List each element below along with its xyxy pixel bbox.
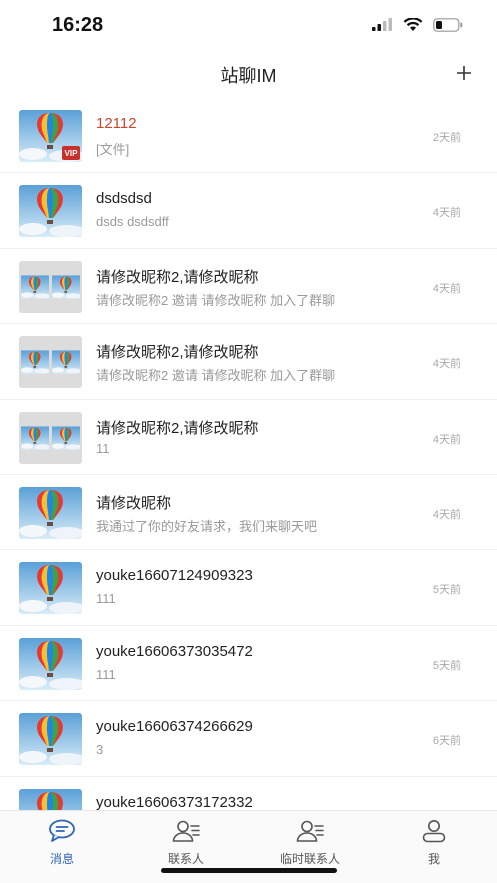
conversation-title: 请修改昵称	[96, 494, 172, 512]
nav-bar: 站聊IM	[0, 52, 497, 98]
wifi-icon	[403, 18, 423, 31]
conversation-row[interactable]: youke16606373172332	[0, 777, 497, 810]
conversation-last-message: 111	[96, 666, 116, 682]
group-member-avatar-icon	[21, 275, 49, 299]
conversation-title: dsdsdsd	[96, 190, 152, 208]
conversation-timestamp: 4天前	[432, 358, 461, 371]
conversation-title: youke16606373172332	[96, 793, 253, 810]
balloon-avatar-icon	[19, 713, 82, 766]
status-icons	[371, 18, 463, 32]
conversation-last-message: 11	[96, 440, 110, 456]
group-member-avatar-icon	[52, 426, 80, 450]
message-icon	[49, 819, 75, 842]
contacts-icon	[172, 820, 200, 842]
group-member-avatar-icon	[21, 426, 49, 450]
tab-contacts[interactable]: 联系人	[136, 819, 236, 867]
conversation-last-message: dsds dsdsdff	[96, 214, 169, 230]
page-title: 站聊IM	[220, 66, 277, 86]
profile-icon	[422, 820, 446, 843]
status-bar: 16:28	[0, 0, 497, 52]
conversation-title: youke16606374266629	[96, 718, 253, 736]
plus-icon	[457, 66, 471, 80]
conversation-timestamp: 4天前	[432, 433, 461, 446]
avatar	[19, 185, 82, 238]
avatar	[19, 713, 82, 766]
tab-profile[interactable]: 我	[384, 819, 484, 867]
conversation-title: youke16606373035472	[96, 642, 253, 660]
status-time: 16:28	[52, 14, 104, 36]
tab-label-messages: 消息	[49, 852, 74, 866]
conversation-timestamp: 4天前	[432, 508, 461, 521]
balloon-avatar-icon	[19, 637, 82, 690]
balloon-avatar-icon	[19, 486, 82, 539]
conversation-row[interactable]: youke16607124909323 111 5天前	[0, 550, 497, 626]
tab-label-profile: 我	[427, 852, 440, 866]
group-member-avatar-icon	[52, 275, 80, 299]
cellular-signal-icon	[372, 18, 392, 31]
avatar: VIP	[19, 110, 82, 162]
conversation-last-message: 3	[96, 742, 104, 758]
conversation-timestamp: 4天前	[432, 282, 461, 295]
conversation-timestamp: 5天前	[432, 659, 461, 672]
avatar	[19, 486, 82, 539]
conversation-row[interactable]: youke16606374266629 3 6天前	[0, 701, 497, 777]
tab-label-contacts: 联系人	[167, 852, 204, 866]
conversation-title: 请修改昵称2,请修改昵称	[96, 344, 259, 362]
conversation-last-message: 请修改昵称2 邀请 请修改昵称 加入了群聊	[96, 368, 336, 384]
conversation-row[interactable]: 请修改昵称我通过了你的好友请求，我们来聊天吧 4天前	[0, 475, 497, 551]
conversation-row[interactable]: VIP 12112 [文件] 2天前	[0, 98, 497, 174]
conversation-list[interactable]: VIP 12112 [文件] 2天前 dsdsdsd dsds dsdsdff 4天前 请修改…	[0, 98, 497, 810]
conversation-row[interactable]: dsdsdsd dsds dsdsdff 4天前	[0, 173, 497, 249]
tab-messages[interactable]: 消息	[12, 819, 112, 867]
conversation-title: 请修改昵称2,请修改昵称	[96, 419, 259, 437]
conversation-row[interactable]: 请修改昵称2,请修改昵称请修改昵称2 邀请 请修改昵称 加入了群聊 4天前	[0, 249, 497, 325]
conversation-last-message: 我通过了你的好友请求，我们来聊天吧	[96, 518, 318, 534]
avatar	[19, 562, 82, 615]
avatar	[19, 637, 82, 690]
group-avatar	[19, 411, 82, 464]
group-member-avatar-icon	[52, 350, 80, 374]
conversation-timestamp: 6天前	[432, 735, 461, 748]
vip-badge: VIP	[62, 146, 80, 160]
home-indicator	[161, 868, 337, 873]
group-avatar	[19, 260, 82, 313]
add-button[interactable]	[451, 60, 477, 86]
group-avatar	[19, 336, 82, 389]
conversation-title: 12112	[96, 115, 137, 132]
balloon-avatar-icon	[19, 788, 82, 810]
temp-contacts-icon	[296, 820, 324, 842]
conversation-row[interactable]: youke16606373035472 111 5天前	[0, 626, 497, 702]
group-member-avatar-icon	[21, 350, 49, 374]
tab-label-temp-contacts: 临时联系人	[279, 852, 340, 866]
conversation-row[interactable]: 请修改昵称2,请修改昵称请修改昵称2 邀请 请修改昵称 加入了群聊 4天前	[0, 324, 497, 400]
conversation-timestamp: 4天前	[432, 207, 461, 220]
tab-temp-contacts[interactable]: 临时联系人	[260, 819, 360, 867]
conversation-row[interactable]: 请修改昵称2,请修改昵称 11 4天前	[0, 400, 497, 475]
battery-icon	[433, 18, 463, 32]
conversation-last-message: 111	[96, 591, 116, 607]
conversation-title: 请修改昵称2,请修改昵称	[96, 268, 259, 286]
conversation-last-message: 请修改昵称2 邀请 请修改昵称 加入了群聊	[96, 292, 336, 308]
balloon-avatar-icon	[19, 185, 82, 238]
avatar	[19, 788, 82, 810]
conversation-timestamp: 5天前	[432, 584, 461, 597]
balloon-avatar-icon	[19, 562, 82, 615]
conversation-timestamp: 2天前	[432, 132, 461, 144]
conversation-title: youke16607124909323	[96, 567, 253, 585]
conversation-last-message: [文件]	[96, 142, 130, 157]
